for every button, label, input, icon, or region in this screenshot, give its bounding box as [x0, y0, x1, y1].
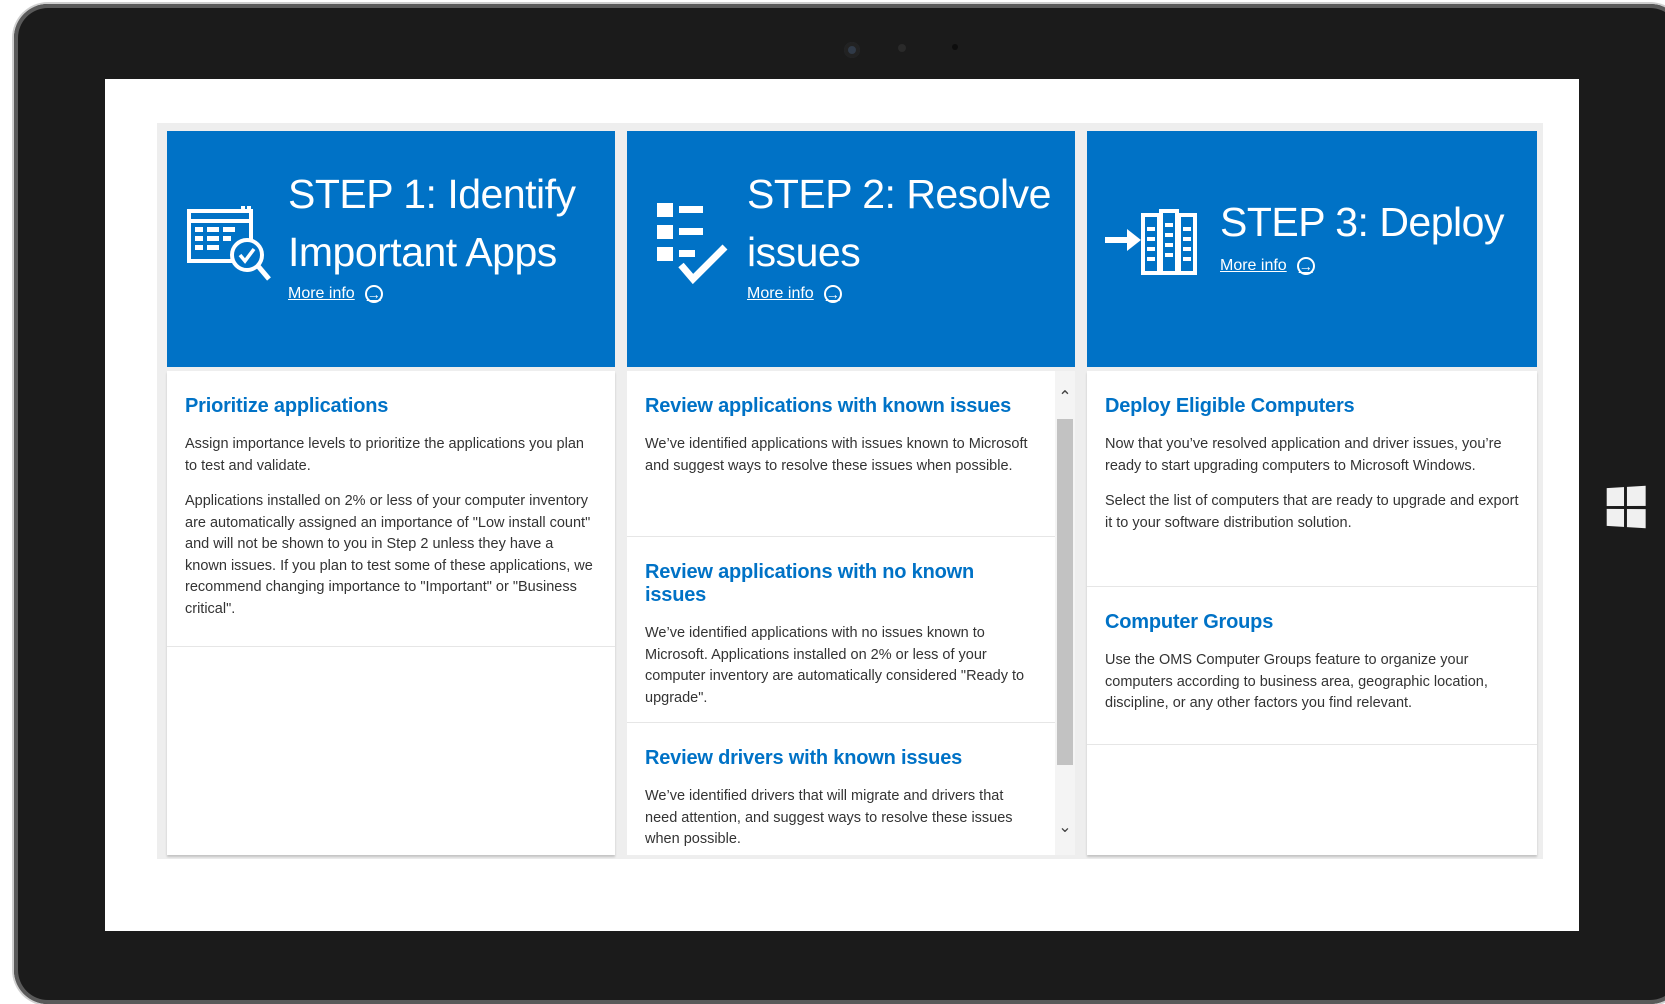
section-deploy-eligible-computers: Deploy Eligible Computers Now that you’v…	[1087, 371, 1537, 587]
deploy-servers-icon	[1105, 209, 1197, 275]
section-text: We’ve identified drivers that will migra…	[645, 788, 1013, 847]
step-2-column: STEP 2: Resolve issues More info → Revie…	[627, 131, 1075, 855]
step-2-scroll-content: Review applications with known issues We…	[627, 371, 1055, 855]
step-2-title-line-1: STEP 2: Resolve	[747, 171, 1051, 217]
scroll-thumb[interactable]	[1057, 419, 1073, 765]
section-apps-known-issues: Review applications with known issues We…	[627, 371, 1055, 537]
upgrade-steps-board: STEP 1: Identify Important Apps More inf…	[157, 123, 1543, 859]
step-3-column: STEP 3: Deploy More info → Deploy Eligib…	[1087, 131, 1537, 855]
more-info-label: More info	[288, 285, 355, 302]
step-1-more-info-link[interactable]: More info →	[288, 285, 383, 303]
section-heading[interactable]: Review drivers with known issues	[645, 747, 1037, 770]
step-3-more-info-link[interactable]: More info →	[1220, 257, 1315, 275]
step-1-title: STEP 1: Identify Important Apps	[288, 165, 576, 281]
step-3-panel: Deploy Eligible Computers Now that you’v…	[1087, 371, 1537, 855]
checklist-icon	[657, 203, 728, 285]
step-2-title: STEP 2: Resolve issues	[747, 165, 1051, 281]
arrow-circle-right-icon: →	[1296, 257, 1315, 275]
step-1-title-line-1: STEP 1: Identify	[288, 171, 576, 217]
step-2-title-line-2: issues	[747, 229, 861, 275]
app-list-search-icon	[187, 206, 271, 281]
section-prioritize-applications: Prioritize applications Assign importanc…	[167, 371, 615, 647]
section-heading[interactable]: Computer Groups	[1105, 611, 1519, 634]
scroll-up-icon[interactable]: ⌃	[1055, 383, 1075, 411]
sensor-icon	[898, 44, 906, 52]
section-drivers-known-issues: Review drivers with known issues We’ve i…	[627, 723, 1055, 855]
section-computer-groups: Computer Groups Use the OMS Computer Gro…	[1087, 587, 1537, 745]
camera-icon	[844, 42, 860, 58]
section-text: We’ve identified applications with issue…	[645, 436, 1028, 474]
section-heading[interactable]: Review applications with no known issues	[645, 561, 1037, 607]
step-3-title-line-1: STEP 3: Deploy	[1220, 199, 1504, 245]
section-heading[interactable]: Prioritize applications	[185, 395, 597, 418]
step-1-title-line-2: Important Apps	[288, 229, 557, 275]
step-2-more-info-link[interactable]: More info →	[747, 285, 842, 303]
step-2-panel[interactable]: Review applications with known issues We…	[627, 371, 1075, 855]
step-3-tile[interactable]: STEP 3: Deploy More info →	[1087, 131, 1537, 367]
arrow-circle-right-icon: →	[823, 285, 842, 303]
section-text: Use the OMS Computer Groups feature to o…	[1105, 652, 1488, 711]
section-text: Now that you’ve resolved application and…	[1105, 436, 1502, 474]
more-info-label: More info	[747, 285, 814, 302]
step-2-tile[interactable]: STEP 2: Resolve issues More info →	[627, 131, 1075, 367]
section-text: Select the list of computers that are re…	[1105, 493, 1519, 531]
section-heading[interactable]: Deploy Eligible Computers	[1105, 395, 1519, 418]
step-3-title: STEP 3: Deploy	[1220, 193, 1504, 251]
section-text: We’ve identified applications with no is…	[645, 625, 1025, 706]
step-1-panel: Prioritize applications Assign importanc…	[167, 371, 615, 855]
step-1-tile[interactable]: STEP 1: Identify Important Apps More inf…	[167, 131, 615, 367]
windows-logo-icon[interactable]	[1606, 485, 1646, 529]
section-heading[interactable]: Review applications with known issues	[645, 395, 1037, 418]
scroll-down-icon[interactable]: ⌄	[1055, 813, 1075, 841]
sensor-light-icon	[952, 44, 958, 50]
more-info-label: More info	[1220, 257, 1287, 274]
section-apps-no-known-issues: Review applications with no known issues…	[627, 537, 1055, 723]
step-1-column: STEP 1: Identify Important Apps More inf…	[167, 131, 615, 855]
screen: STEP 1: Identify Important Apps More inf…	[105, 79, 1579, 931]
section-text: Assign importance levels to prioritize t…	[185, 436, 584, 474]
arrow-circle-right-icon: →	[364, 285, 383, 303]
vertical-scrollbar[interactable]: ⌃ ⌄	[1055, 371, 1075, 855]
section-text: Applications installed on 2% or less of …	[185, 493, 593, 617]
